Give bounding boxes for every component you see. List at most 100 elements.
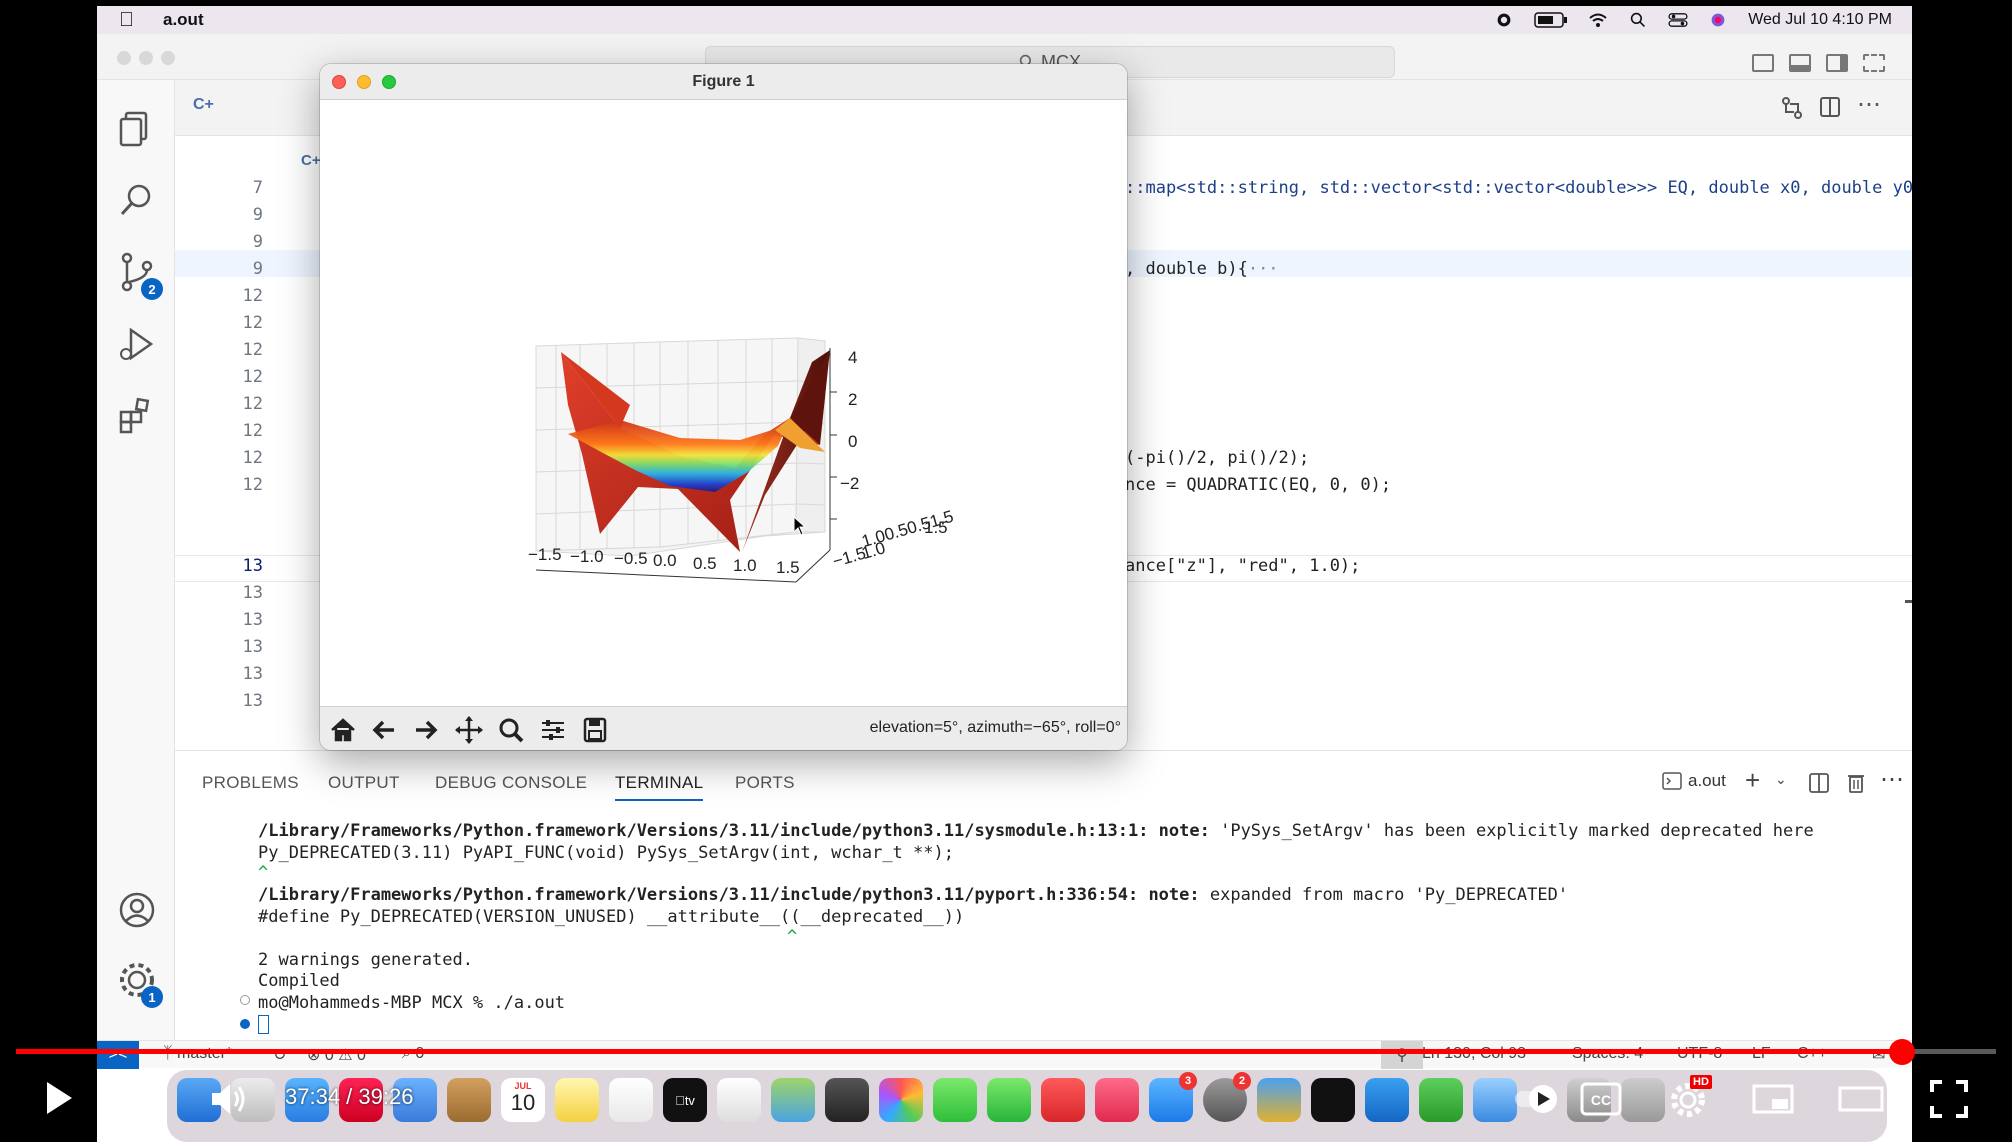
ports-indicator[interactable]: ⌕ 0 [402,1045,424,1063]
menu-app-name[interactable]: a.out [163,10,204,30]
trash-dock-icon[interactable] [1621,1078,1665,1122]
battery-icon[interactable] [1534,11,1568,29]
apple-tv-app-icon[interactable]: tv [663,1078,707,1122]
wifi-icon[interactable] [1588,12,1608,28]
facetime-app-icon[interactable] [987,1078,1031,1122]
zoom-indicator-icon[interactable]: ⚲ [1381,1041,1423,1069]
theater-mode-icon[interactable] [1838,1084,1884,1114]
pan-move-icon[interactable] [450,713,488,747]
indentation[interactable]: Spaces: 4 [1572,1045,1643,1063]
apple-icon[interactable]:  [119,10,137,30]
surface-plot-3d[interactable] [320,100,1127,706]
code-line[interactable]: ance["z"], "red", 1.0); [1125,556,1360,576]
play-icon[interactable] [44,1080,74,1116]
manage-badge: 1 [141,986,163,1008]
toggle-primary-sidebar-icon[interactable] [1752,54,1774,72]
configure-subplots-icon[interactable] [534,713,572,747]
figure-title-bar[interactable]: Figure 1 [320,64,1127,100]
chevron-down-icon[interactable]: ⌄ [1775,771,1787,788]
line-ending[interactable]: LF [1752,1045,1771,1063]
miniplayer-icon[interactable] [1752,1084,1794,1114]
open-changes-icon[interactable] [1780,96,1804,120]
tab-debug-console[interactable]: DEBUG CONSOLE [435,773,587,793]
cursor-position[interactable]: Ln 130, Col 93 [1422,1045,1526,1063]
messages-app-icon[interactable] [933,1078,977,1122]
autoplay-toggle-icon[interactable] [1513,1082,1559,1116]
fullscreen-icon[interactable] [1930,1080,1968,1118]
maps-app-icon[interactable] [771,1078,815,1122]
remote-indicator[interactable]: >< [97,1041,139,1069]
next-video-icon[interactable] [128,1082,160,1114]
window-zoom-button[interactable] [161,51,175,65]
explorer-icon[interactable] [117,108,157,148]
split-editor-icon[interactable] [1819,96,1841,118]
save-floppy-icon[interactable] [576,713,614,747]
run-debug-icon[interactable] [117,324,157,364]
numbers-app-icon[interactable] [1419,1078,1463,1122]
tab-terminal[interactable]: TERMINAL [615,773,704,801]
siri-icon[interactable] [1708,12,1728,28]
window-close-button[interactable] [117,51,131,65]
back-arrow-icon[interactable] [366,713,404,747]
notes-app-icon[interactable] [555,1078,599,1122]
menu-clock[interactable]: Wed Jul 10 4:10 PM [1748,11,1892,29]
customize-layout-icon[interactable] [1863,54,1885,72]
tab-problems[interactable]: PROBLEMS [202,773,299,793]
figure-zoom-button[interactable] [382,75,396,89]
notifications-icon[interactable]: ✉ [1872,1045,1885,1065]
control-center-icon[interactable] [1668,12,1688,28]
figure-close-button[interactable] [332,75,346,89]
language-mode[interactable]: C++ [1797,1045,1827,1063]
folded-ellipsis[interactable]: ··· [1248,259,1279,279]
freeform-app-icon[interactable] [609,1078,653,1122]
encoding[interactable]: UTF-8 [1677,1045,1722,1063]
reminders-app-icon[interactable] [717,1078,761,1122]
toggle-secondary-sidebar-icon[interactable] [1826,54,1848,72]
code-line[interactable]: , double b){··· [1125,259,1279,279]
photos-app-icon[interactable] [879,1078,923,1122]
screenshot-app-icon[interactable] [825,1078,869,1122]
breadcrumb-cpp-icon[interactable]: C+ [301,152,321,169]
problems-indicator[interactable]: ⊗ 0 ⚠ 0 [307,1045,366,1065]
calendar-app-icon[interactable]: JUL 10 [501,1078,545,1122]
code-line[interactable]: nce = QUADRATIC(EQ, 0, 0); [1125,475,1391,495]
news-app-icon[interactable] [1041,1078,1085,1122]
terminal-selector[interactable]: a.out [1662,771,1726,791]
spotlight-icon[interactable] [1628,12,1648,28]
tab-ports[interactable]: PORTS [735,773,795,793]
preview-app-icon[interactable] [1257,1078,1301,1122]
forward-arrow-icon[interactable] [406,713,444,747]
vscode-app-icon[interactable] [1365,1078,1409,1122]
search-icon[interactable] [117,180,157,220]
more-actions-icon[interactable]: ⋯ [1880,765,1904,794]
record-icon[interactable] [1494,12,1514,28]
new-terminal-icon[interactable]: + [1745,765,1760,796]
captions-icon[interactable]: CC [1580,1082,1622,1116]
figure-minimize-button[interactable] [357,75,371,89]
split-terminal-icon[interactable] [1809,773,1829,793]
branch-indicator[interactable]: ᛉ master* [163,1045,232,1063]
cpp-file-icon[interactable]: C+ [193,96,214,114]
accounts-icon[interactable] [117,890,157,930]
zoom-magnifier-icon[interactable] [492,713,530,747]
contacts-app-icon[interactable] [447,1078,491,1122]
progress-scrubber[interactable] [1888,1039,1915,1065]
music-app-icon[interactable] [1095,1078,1139,1122]
extensions-icon[interactable] [117,396,157,436]
video-player[interactable]:  a.out Wed Jul 10 4:10 PM MCX [0,0,2012,1142]
home-icon[interactable] [324,713,362,747]
window-minimize-button[interactable] [139,51,153,65]
more-actions-icon[interactable]: ⋯ [1857,90,1881,119]
terminal-app-icon[interactable] [1311,1078,1355,1122]
sync-icon[interactable]: ↻ [273,1045,286,1065]
python-launcher-app-icon[interactable] [1473,1078,1517,1122]
system-settings-app-icon[interactable]: 2 [1203,1072,1251,1122]
app-store-icon[interactable]: 3 [1149,1072,1197,1122]
trash-icon[interactable] [1847,772,1865,794]
toggle-panel-icon[interactable] [1789,54,1811,72]
code-line[interactable]: ::map<std::string, std::vector<std::vect… [1125,178,1912,198]
tab-output[interactable]: OUTPUT [328,773,400,793]
figure-window[interactable]: Figure 1 4 2 0 −2 −1.5 −1.0 −0.5 0.0 0.5… [320,64,1127,750]
volume-icon[interactable] [210,1082,250,1116]
code-line[interactable]: (-pi()/2, pi()/2); [1125,448,1309,468]
